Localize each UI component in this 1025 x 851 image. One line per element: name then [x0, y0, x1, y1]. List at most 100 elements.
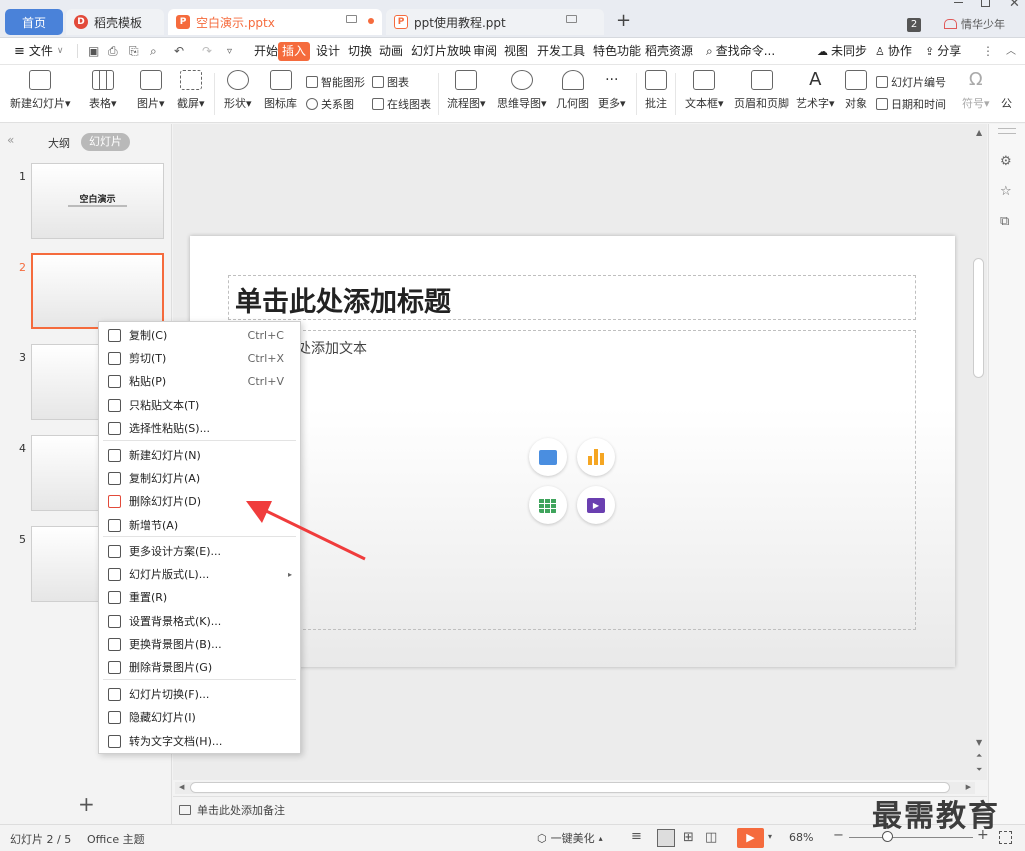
context-menu-item[interactable]: 隐藏幻灯片(I): [99, 706, 300, 728]
wordart-button[interactable]: A 艺术字▾: [796, 70, 835, 111]
more-button[interactable]: ··· 更多▾: [598, 70, 626, 111]
object-button[interactable]: 对象: [845, 70, 867, 111]
horizontal-scrollbar[interactable]: ◀ ▶: [175, 782, 975, 794]
table-button[interactable]: 表格▾: [89, 70, 117, 111]
context-menu-item[interactable]: 选择性粘贴(S)...: [99, 417, 300, 439]
scroll-down-icon[interactable]: ▼: [976, 738, 982, 747]
menu-tab-insert[interactable]: 插入: [278, 42, 311, 61]
close-icon[interactable]: ✕: [1009, 0, 1020, 11]
chart-button[interactable]: 图表: [372, 74, 409, 90]
tab-outline[interactable]: 大纲: [48, 135, 70, 151]
slide-thumbnail-2[interactable]: [31, 253, 164, 329]
insert-table-button[interactable]: [529, 486, 567, 524]
zoom-slider-track[interactable]: [849, 837, 973, 838]
window-count-badge[interactable]: 2: [907, 18, 921, 32]
insert-chart-button[interactable]: [577, 438, 615, 476]
context-menu-item[interactable]: 粘贴(P) Ctrl+V: [99, 370, 300, 392]
context-menu-item[interactable]: 转为文字文档(H)...: [99, 730, 300, 752]
new-tab-button[interactable]: +: [616, 10, 631, 31]
redo-icon[interactable]: ↷: [200, 42, 214, 61]
menu-tab-start[interactable]: 开始: [252, 42, 280, 61]
undo-icon[interactable]: ↶: [172, 42, 186, 61]
more-options-icon[interactable]: ⋮: [980, 42, 996, 61]
slide-number-button[interactable]: 幻灯片编号: [876, 74, 946, 90]
flowchart-button[interactable]: 流程图▾: [447, 70, 486, 111]
normal-view-icon[interactable]: [657, 829, 675, 847]
mindmap-button[interactable]: 思维导图▾: [497, 70, 547, 111]
datetime-button[interactable]: 日期和时间: [876, 96, 946, 112]
settings-sliders-icon[interactable]: ⚙: [1000, 154, 1012, 169]
context-menu-item[interactable]: 复制幻灯片(A): [99, 467, 300, 489]
icon-library-button[interactable]: 图标库: [264, 70, 297, 111]
slide-thumbnail-1[interactable]: 空白演示: [31, 163, 164, 239]
menu-tab-slideshow[interactable]: 幻灯片放映: [409, 42, 473, 61]
context-menu-item[interactable]: 重置(R): [99, 586, 300, 608]
slide-canvas[interactable]: 单击此处添加标题 处添加文本 ▶: [190, 236, 955, 667]
menu-tab-docer[interactable]: 稻壳资源: [643, 42, 695, 61]
context-menu-item[interactable]: 只粘贴文本(T): [99, 394, 300, 416]
tab-document[interactable]: P ppt使用教程.ppt: [386, 9, 604, 35]
sorter-view-icon[interactable]: ⊞: [683, 830, 694, 845]
menu-tab-design[interactable]: 设计: [314, 42, 342, 61]
preview-icon[interactable]: ⌕: [148, 42, 159, 61]
context-menu-item[interactable]: 新建幻灯片(N): [99, 444, 300, 466]
menu-tab-review[interactable]: 审阅: [471, 42, 499, 61]
notes-toggle-icon[interactable]: ≡: [631, 829, 642, 844]
scroll-up-icon[interactable]: ▲: [976, 128, 982, 137]
context-menu-item[interactable]: 复制(C) Ctrl+C: [99, 324, 300, 346]
shape-button[interactable]: 形状▾: [224, 70, 252, 111]
horizontal-scrollbar-thumb[interactable]: [190, 782, 950, 793]
symbol-button[interactable]: Ω 符号▾: [962, 70, 990, 111]
context-menu-item[interactable]: 设置背景格式(K)...: [99, 610, 300, 632]
chevron-down-icon[interactable]: ▾: [768, 832, 772, 841]
image-button[interactable]: 图片▾: [137, 70, 165, 111]
comment-button[interactable]: 批注: [645, 70, 667, 111]
theme-name[interactable]: Office 主题: [87, 831, 145, 847]
one-click-beautify[interactable]: ⬡ 一键美化 ▴: [537, 830, 603, 846]
user-account[interactable]: 情华少年: [944, 16, 1005, 32]
context-menu-item[interactable]: 删除背景图片(G): [99, 656, 300, 678]
context-menu-item[interactable]: 幻灯片切换(F)...: [99, 683, 300, 705]
tab-document-active[interactable]: P 空白演示.pptx: [168, 9, 382, 35]
formula-button[interactable]: 公: [1001, 70, 1012, 111]
collaborate-button[interactable]: ♙ 协作: [873, 42, 914, 61]
prev-slide-icon[interactable]: ⏶: [976, 751, 982, 761]
reading-view-icon[interactable]: ◫: [705, 830, 717, 845]
scroll-right-icon[interactable]: ▶: [966, 783, 971, 791]
tab-template[interactable]: D 稻壳模板: [66, 9, 164, 35]
next-slide-icon[interactable]: ⏷: [976, 765, 982, 775]
vertical-scrollbar-thumb[interactable]: [973, 258, 984, 378]
insert-picture-button[interactable]: [529, 438, 567, 476]
new-slide-button[interactable]: 新建幻灯片▾: [10, 70, 71, 111]
textbox-button[interactable]: 文本框▾: [685, 70, 724, 111]
save-icon[interactable]: ▣: [86, 42, 101, 61]
play-slideshow-button[interactable]: ▶: [737, 828, 764, 848]
insert-video-button[interactable]: ▶: [577, 486, 615, 524]
add-slide-button[interactable]: +: [78, 792, 95, 816]
relation-chart-button[interactable]: 关系图: [306, 96, 354, 112]
menu-tab-developer[interactable]: 开发工具: [535, 42, 587, 61]
minimize-icon[interactable]: [954, 2, 963, 3]
menu-tab-animation[interactable]: 动画: [377, 42, 405, 61]
menu-tab-view[interactable]: 视图: [502, 42, 530, 61]
scroll-left-icon[interactable]: ◀: [179, 783, 184, 791]
file-menu[interactable]: ≡ 文件 ∨: [12, 42, 66, 61]
menu-tab-features[interactable]: 特色功能: [591, 42, 643, 61]
quick-access-chevron-icon[interactable]: ▿: [225, 42, 234, 61]
tab-slides[interactable]: 幻灯片: [81, 133, 130, 151]
layers-icon[interactable]: ⧉: [1000, 214, 1009, 229]
share-button[interactable]: ⇪ 分享: [923, 42, 963, 61]
geometry-button[interactable]: 几何图: [556, 70, 589, 111]
online-chart-button[interactable]: 在线图表: [372, 96, 431, 112]
tab-home[interactable]: 首页: [5, 9, 63, 35]
notes-bar[interactable]: 单击此处添加备注: [173, 796, 987, 822]
collapse-ribbon-icon[interactable]: ︿: [1004, 42, 1018, 61]
collapse-panel-icon[interactable]: «: [7, 133, 14, 147]
context-menu-item[interactable]: 剪切(T) Ctrl+X: [99, 347, 300, 369]
zoom-level[interactable]: 68%: [789, 831, 813, 844]
animation-star-icon[interactable]: ☆: [1000, 184, 1012, 199]
context-menu-item[interactable]: 更换背景图片(B)...: [99, 633, 300, 655]
command-search[interactable]: ⌕ 查找命令...: [704, 42, 777, 61]
monitor-icon[interactable]: [346, 15, 357, 23]
print-icon[interactable]: ⎘: [127, 42, 141, 61]
